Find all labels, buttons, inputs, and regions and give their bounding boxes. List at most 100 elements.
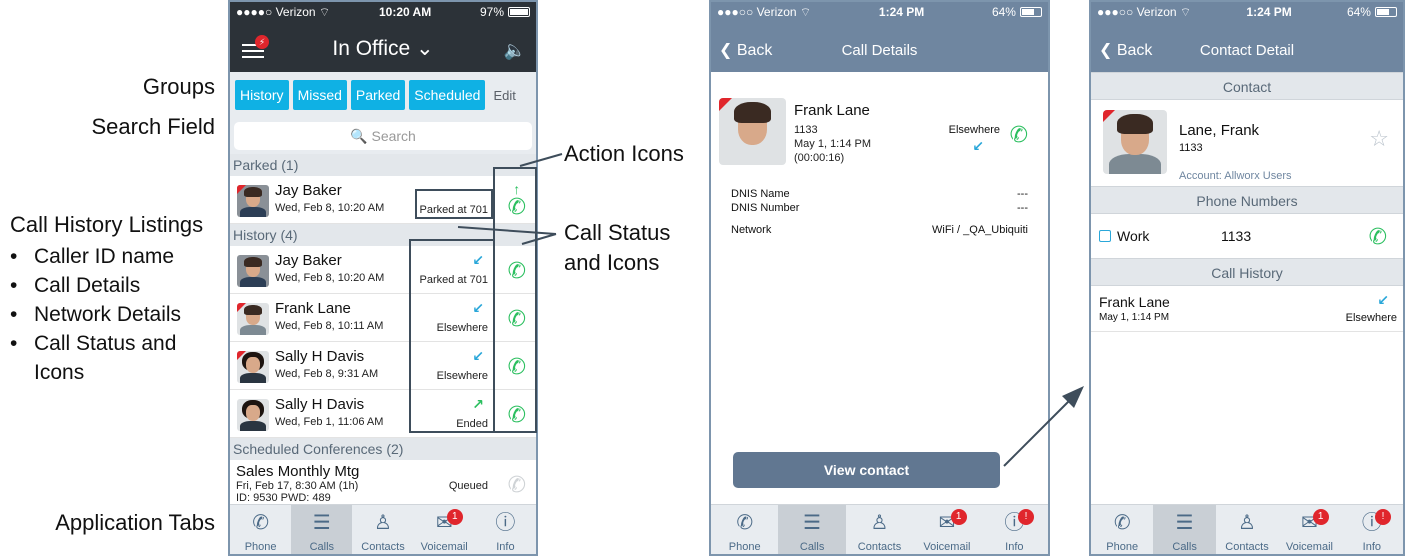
list-item-history[interactable]: Sally H Davis Wed, Feb 8, 9:31 AM ↙ Else… [230,342,536,390]
call-date: Wed, Feb 8, 10:11 AM [275,320,384,332]
person-icon: ♙ [1238,512,1256,534]
caller-name: Frank Lane [275,300,351,317]
groups-edit-button[interactable]: Edit [493,88,515,103]
phone-calls-screen: ●●●●○ Verizon ⌔ 10:20 AM 97% ⚡ In Office… [228,0,538,556]
voicemail-badge: 1 [1312,509,1329,525]
info-badge: ! [1375,509,1392,525]
unpark-call-icon[interactable]: ↑ ✆ [508,182,526,220]
tab-label: Contacts [1225,541,1269,553]
list-icon: ☰ [803,512,822,534]
tab-phone[interactable]: ✆ Phone [711,505,778,554]
annotation-bullet-cont: Icons [34,361,85,384]
list-item-parked[interactable]: Jay Baker Wed, Feb 8, 10:20 AM Parked at… [230,176,536,224]
history-row[interactable]: Frank Lane May 1, 1:14 PM ↙ Elsewhere [1091,286,1403,332]
section-scheduled: Scheduled Conferences (2) [230,438,536,460]
annotation-bullet: Caller ID name [10,242,181,271]
contact-name: Lane, Frank [1179,122,1260,139]
call-icon[interactable]: ✆ [508,258,526,284]
list-item-conference[interactable]: Sales Monthly Mtg Fri, Feb 17, 8:30 AM (… [230,460,536,506]
annotation-bullet: Network Details [10,300,181,329]
group-missed-button[interactable]: Missed [292,80,347,110]
history-status: Elsewhere [1345,312,1397,324]
section-contact: Contact [1091,72,1403,100]
view-contact-button[interactable]: View contact [733,452,1000,488]
call-date: Wed, Feb 8, 10:20 AM [275,272,385,284]
list-icon: ☰ [312,512,331,534]
tab-info[interactable]: ⓘ! Info [1341,505,1403,554]
conference-name: Sales Monthly Mtg [236,463,360,480]
tab-voicemail[interactable]: ✉ 1 Voicemail [913,505,980,554]
call-date: May 1, 1:14 PM [794,138,872,150]
checkbox[interactable] [1099,230,1111,242]
tab-bar: ✆ Phone ☰ Calls ♙ Contacts ✉ 1 Voicemail ⓘ! In… [711,504,1048,554]
tab-info[interactable]: ⓘ! Info [981,505,1048,554]
tab-label: Info [1362,541,1381,553]
battery-icon [508,7,530,17]
annotation-bullet: Call Status and [10,329,181,358]
call-icon[interactable]: ✆ [1369,224,1387,250]
tab-voicemail[interactable]: ✉ 1 Voicemail [414,505,475,554]
tab-voicemail[interactable]: ✉ 1 Voicemail [1278,505,1340,554]
list-item-history[interactable]: Jay Baker Wed, Feb 8, 10:20 AM ↙ Parked … [230,246,536,294]
call-icon-disabled[interactable]: ✆ [508,472,526,498]
tab-label: Info [496,541,515,553]
tab-contacts[interactable]: ♙ Contacts [1216,505,1278,554]
phone-number: 1133 [1221,228,1252,244]
detail-key: DNIS Number [731,202,800,214]
call-icon[interactable]: ✆ [1010,122,1028,148]
presence-title-dropdown[interactable]: In Office ⌄ [230,36,536,61]
phone-number-row[interactable]: Work 1133 ✆ [1091,214,1403,260]
info-icon: ⓘ [495,512,516,534]
call-status: Elsewhere [436,322,488,334]
carrier-label: ●●●●○ Verizon ⌔ [236,4,331,19]
call-details-body: Frank Lane 1133 May 1, 1:14 PM (00:00:16… [711,72,1048,504]
status-time: 10:20 AM [378,5,432,19]
call-duration: (00:00:16) [794,152,845,164]
tab-calls[interactable]: ☰ Calls [291,505,353,554]
speaker-icon[interactable]: 🔈 [504,40,526,61]
info-icon: ⓘ [1361,512,1382,534]
tab-calls[interactable]: ☰ Calls [1153,505,1216,554]
group-history-button[interactable]: History [235,80,289,110]
avatar [237,255,269,287]
tab-info[interactable]: ⓘ Info [475,505,536,554]
annotation-call-status: Call Status [564,220,671,245]
tab-contacts[interactable]: ♙ Contacts [352,505,413,554]
voicemail-badge: 1 [446,509,463,525]
call-icon[interactable]: ✆ [508,354,526,380]
contact-ext: 1133 [794,124,818,136]
tab-phone[interactable]: ✆ Phone [1091,505,1153,554]
tab-label: Calls [309,541,335,553]
nav-content: ❮ Back Contact Detail [1091,2,1403,72]
tab-label: Phone [1106,541,1139,553]
call-date: Wed, Feb 8, 9:31 AM [275,368,379,380]
call-icon[interactable]: ✆ [508,402,526,428]
contact-name: Frank Lane [794,102,870,119]
info-icon: ⓘ [1004,512,1025,534]
caller-name: Jay Baker [275,182,342,199]
group-scheduled-button[interactable]: Scheduled [409,80,486,110]
voicemail-badge: 1 [950,509,967,525]
search-input[interactable]: 🔍 Search [234,122,532,150]
tab-calls[interactable]: ☰ Calls [778,505,846,554]
tab-bar: ✆ Phone ☰ Calls ♙ Contacts ✉ 1 Voicemail ⓘ! In… [1091,504,1403,554]
call-status: Parked at 701 [419,204,489,216]
history-date: May 1, 1:14 PM [1099,312,1170,323]
avatar [237,399,269,431]
nav-content: ❮ Back Call Details [711,2,1048,72]
conference-status: Queued [448,480,488,492]
list-item-history[interactable]: Frank Lane Wed, Feb 8, 10:11 AM ↙ Elsewh… [230,294,536,342]
tab-contacts[interactable]: ♙ Contacts [846,505,913,554]
search-container: 🔍 Search [230,118,536,154]
envelope-icon: ✉ [435,512,453,534]
favorite-star-icon[interactable]: ☆ [1369,126,1389,152]
page-title: Call Details [841,42,918,59]
tab-phone[interactable]: ✆ Phone [230,505,291,554]
tab-label: Voicemail [923,541,971,553]
group-parked-button[interactable]: Parked [350,80,406,110]
call-status: Elsewhere [436,370,488,382]
call-icon[interactable]: ✆ [508,306,526,332]
section-call-history: Call History [1091,258,1403,286]
list-item-history[interactable]: Sally H Davis Wed, Feb 1, 11:06 AM ↗ End… [230,390,536,438]
call-status: Parked at 701 [419,274,489,286]
